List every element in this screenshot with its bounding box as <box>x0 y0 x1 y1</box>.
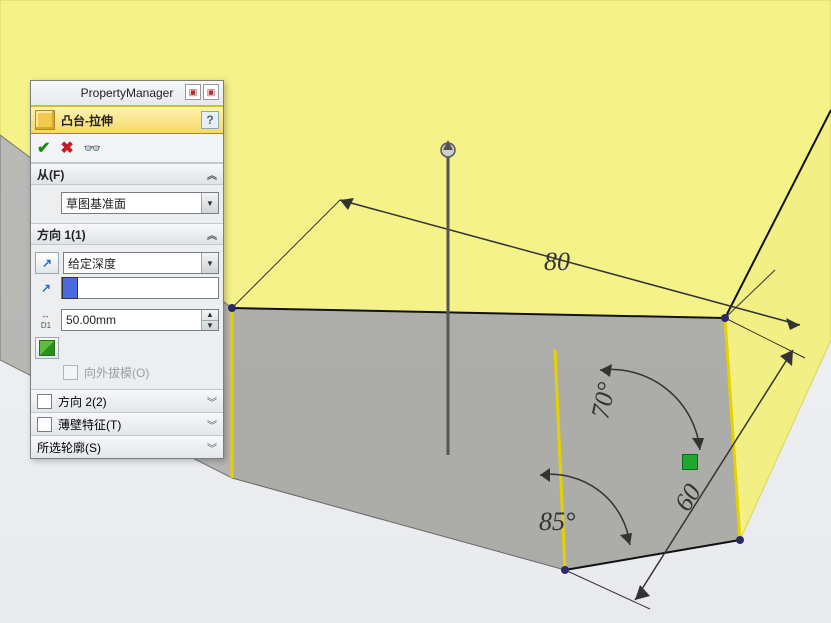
relation-marker-coincident[interactable] <box>682 454 698 470</box>
collapse-icon: ︽ <box>207 167 217 182</box>
reverse-direction-button[interactable]: ↗ <box>35 252 59 274</box>
arrow-icon: ↗ <box>41 281 51 295</box>
d1-icon: ↔D1 <box>41 310 51 330</box>
section-body-from: 草图基准面 ▼ <box>31 185 223 223</box>
feature-name: 凸台-拉伸 <box>61 112 195 129</box>
thin-checkbox[interactable] <box>37 417 52 432</box>
dir2-checkbox[interactable] <box>37 394 52 409</box>
collapse-icon: ︽ <box>207 227 217 242</box>
section-from-label: 从(F) <box>37 166 64 183</box>
vertex-dot <box>721 314 729 322</box>
panel-title: PropertyManager <box>81 86 174 100</box>
boss-extrude-icon <box>35 110 55 130</box>
svg-text:85°: 85° <box>539 507 575 536</box>
section-header-dir1[interactable]: 方向 1(1) ︽ <box>31 223 223 245</box>
depth-input[interactable]: 50.00mm ▲▼ <box>61 309 219 331</box>
draft-outward-label: 向外拔模(O) <box>84 364 149 381</box>
panel-next-icon[interactable]: ▣ <box>203 84 219 100</box>
section-dir1-label: 方向 1(1) <box>37 226 86 243</box>
spinner-buttons[interactable]: ▲▼ <box>201 310 218 330</box>
vertex-dot <box>228 304 236 312</box>
section-header-from[interactable]: 从(F) ︽ <box>31 163 223 185</box>
draft-icon <box>39 340 55 356</box>
panel-title-bar: PropertyManager ▣ ▣ <box>31 81 223 106</box>
help-button[interactable]: ? <box>201 111 219 129</box>
vertex-dot <box>561 566 569 574</box>
expand-icon: ︾ <box>207 417 217 432</box>
depth-value: 50.00mm <box>66 313 116 327</box>
from-combo[interactable]: 草图基准面 ▼ <box>61 192 219 214</box>
section-thin-label: 薄壁特征(T) <box>58 416 121 433</box>
end-condition-value: 给定深度 <box>68 255 116 272</box>
panel-pin-buttons: ▣ ▣ <box>185 84 219 100</box>
vertex-dot <box>736 536 744 544</box>
from-combo-value: 草图基准面 <box>66 195 126 212</box>
draft-button[interactable] <box>35 337 59 359</box>
property-manager-panel: PropertyManager ▣ ▣ 凸台-拉伸 ? ✔ ✖ 👓 从(F) ︽… <box>30 80 224 459</box>
cancel-button[interactable]: ✖ <box>60 138 73 158</box>
end-condition-combo[interactable]: 给定深度 ▼ <box>63 252 219 274</box>
dropdown-caret-icon: ▼ <box>201 193 218 213</box>
draft-outward-checkbox <box>63 365 78 380</box>
section-header-dir2[interactable]: 方向 2(2) ︾ <box>31 389 223 412</box>
svg-text:80: 80 <box>544 247 570 276</box>
feature-title-bar: 凸台-拉伸 ? <box>31 106 223 134</box>
depth-icon: ↔D1 <box>35 310 57 330</box>
direction-vector-icon[interactable]: ↗ <box>35 278 57 298</box>
section-dir2-label: 方向 2(2) <box>58 393 107 410</box>
section-header-thin[interactable]: 薄壁特征(T) ︾ <box>31 412 223 435</box>
section-contours-label: 所选轮廓(S) <box>37 439 101 456</box>
ok-button[interactable]: ✔ <box>37 138 50 158</box>
action-row: ✔ ✖ 👓 <box>31 134 223 163</box>
detailed-preview-button[interactable]: 👓 <box>84 140 101 157</box>
dropdown-caret-icon: ▼ <box>201 253 218 273</box>
expand-icon: ︾ <box>207 440 217 455</box>
section-header-contours[interactable]: 所选轮廓(S) ︾ <box>31 435 223 458</box>
reverse-direction-icon: ↗ <box>42 256 52 270</box>
direction-reference-field[interactable] <box>61 277 219 299</box>
panel-prev-icon[interactable]: ▣ <box>185 84 201 100</box>
draft-outward-row: 向外拔模(O) <box>35 362 219 383</box>
model-front-face <box>232 308 740 570</box>
selection-swatch <box>62 277 78 299</box>
section-body-dir1: ↗ 给定深度 ▼ ↗ ↔D1 50.00mm ▲▼ <box>31 245 223 389</box>
expand-icon: ︾ <box>207 394 217 409</box>
